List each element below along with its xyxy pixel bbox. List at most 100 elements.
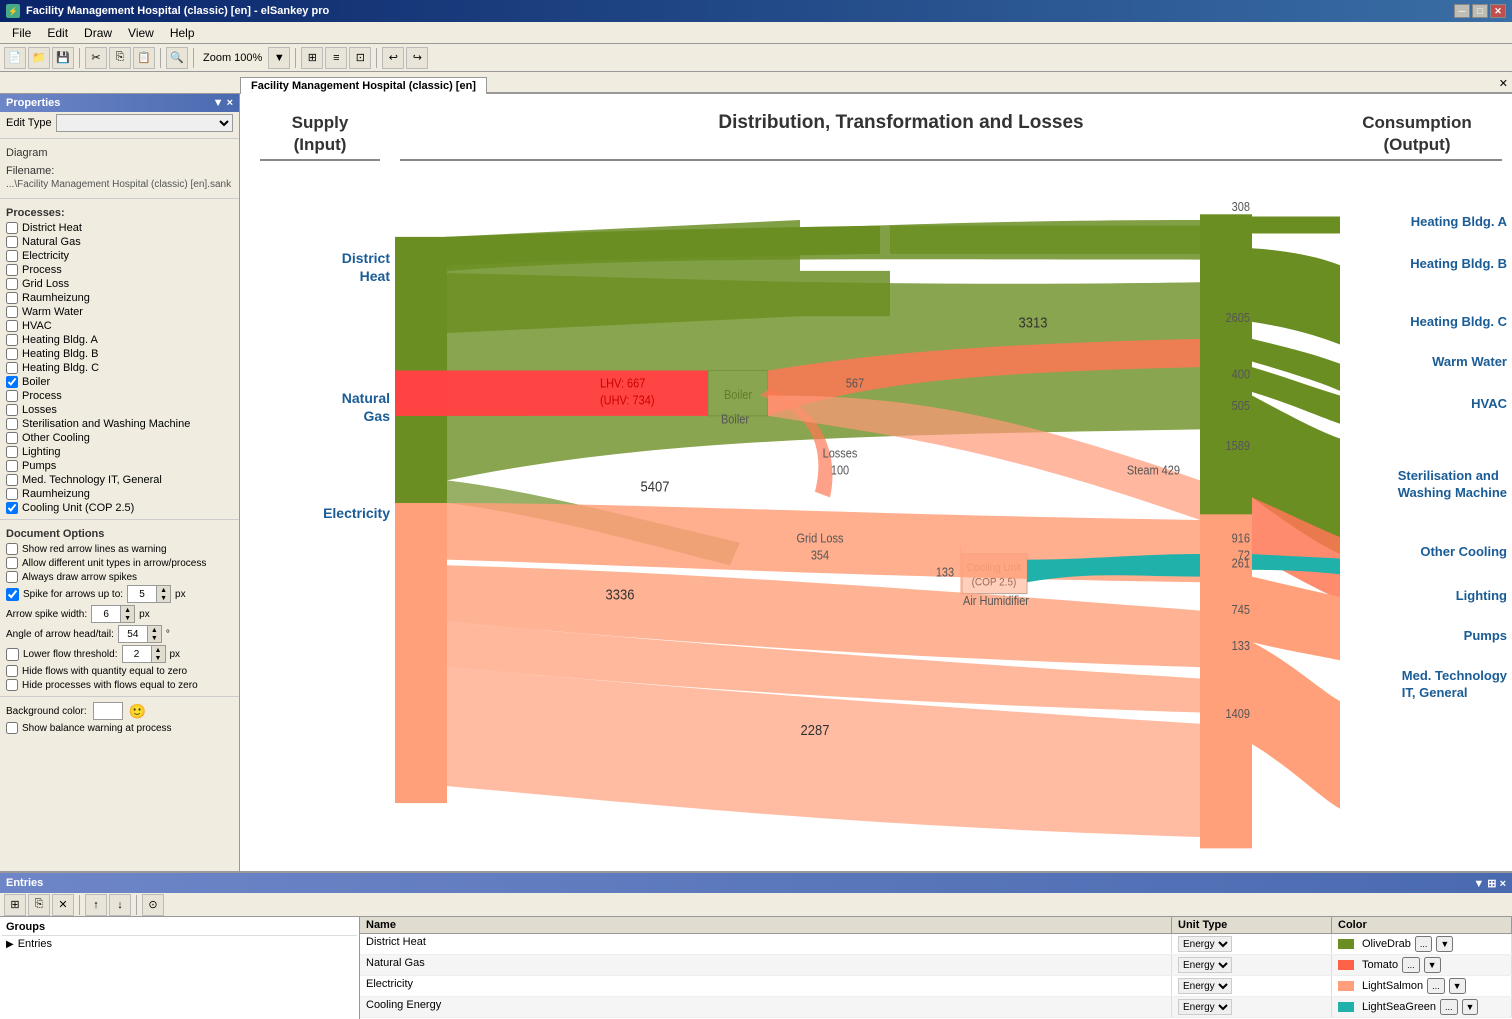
entries-delete-button[interactable]: ✕ [52, 894, 74, 916]
search-button[interactable]: 🔍 [166, 47, 188, 69]
lower-threshold-checkbox[interactable] [6, 648, 19, 661]
lower-threshold-down[interactable]: ▼ [151, 654, 165, 662]
spike-arrows-checkbox[interactable] [6, 588, 19, 601]
edit-type-select[interactable] [56, 114, 233, 132]
filename-label: Filename: [0, 161, 239, 179]
redo-button[interactable]: ↪ [406, 47, 428, 69]
copy-button[interactable]: ⎘ [109, 47, 131, 69]
process-checkbox-17[interactable] [6, 460, 18, 472]
diagram-tab[interactable]: Facility Management Hospital (classic) [… [240, 77, 487, 94]
process-checkbox-20[interactable] [6, 502, 18, 514]
menu-view[interactable]: View [120, 24, 162, 42]
align-button[interactable]: ≡ [325, 47, 347, 69]
menu-help[interactable]: Help [162, 24, 203, 42]
spike-up-button[interactable]: ▲ [156, 586, 170, 594]
color-dropdown-button-3[interactable]: ▼ [1462, 999, 1479, 1015]
angle-value[interactable] [119, 626, 147, 642]
minimize-button[interactable]: ─ [1454, 4, 1470, 18]
spike-width-up[interactable]: ▲ [120, 606, 134, 614]
angle-down[interactable]: ▼ [147, 634, 161, 642]
entries-controls[interactable]: ▼ ⊞ × [1473, 877, 1506, 890]
unit-select-3[interactable]: Energy [1178, 999, 1232, 1015]
entries-extra-button[interactable]: ⊙ [142, 894, 164, 916]
color-picker-button-3[interactable]: ... [1440, 999, 1458, 1015]
process-item-12: Process [0, 389, 239, 403]
lower-threshold-spinner: ▲ ▼ [122, 645, 166, 663]
color-picker-button-2[interactable]: ... [1427, 978, 1445, 994]
out-heating-a [1252, 217, 1340, 234]
show-balance-checkbox[interactable] [6, 722, 18, 734]
spike-down-button[interactable]: ▼ [156, 594, 170, 602]
maximize-button[interactable]: □ [1472, 4, 1488, 18]
process-checkbox-15[interactable] [6, 432, 18, 444]
color-dropdown-button-2[interactable]: ▼ [1449, 978, 1466, 994]
process-checkbox-2[interactable] [6, 250, 18, 262]
spike-width-value[interactable] [92, 606, 120, 622]
process-checkbox-10[interactable] [6, 362, 18, 374]
open-button[interactable]: 📁 [28, 47, 50, 69]
process-item-15: Other Cooling [0, 431, 239, 445]
entries-group-item[interactable]: ▶ Entries [2, 936, 357, 952]
process-checkbox-11[interactable] [6, 376, 18, 388]
group-arrow-icon: ▶ [6, 939, 14, 950]
process-checkbox-18[interactable] [6, 474, 18, 486]
spike-width-down[interactable]: ▼ [120, 614, 134, 622]
option-always-spikes-checkbox[interactable] [6, 571, 18, 583]
menu-edit[interactable]: Edit [39, 24, 76, 42]
smiley-icon: 🙂 [129, 703, 146, 720]
menu-file[interactable]: File [4, 24, 39, 42]
cell-unit-3: Energy [1172, 997, 1332, 1017]
unit-select-2[interactable]: Energy [1178, 978, 1232, 994]
process-checkbox-14[interactable] [6, 418, 18, 430]
cut-button[interactable]: ✂ [85, 47, 107, 69]
table-row-3: Cooling EnergyEnergyLightSeaGreen...▼ [360, 997, 1512, 1018]
value-5407: 5407 [641, 478, 670, 495]
close-tab-button[interactable]: ✕ [1495, 75, 1512, 93]
save-button[interactable]: 💾 [52, 47, 74, 69]
lower-threshold-up[interactable]: ▲ [151, 646, 165, 654]
process-checkbox-6[interactable] [6, 306, 18, 318]
entries-up-button[interactable]: ↑ [85, 894, 107, 916]
panel-controls[interactable]: ▼ × [213, 97, 233, 109]
unit-select-1[interactable]: Energy [1178, 957, 1232, 973]
process-checkbox-16[interactable] [6, 446, 18, 458]
paste-button[interactable]: 📋 [133, 47, 155, 69]
process-checkbox-12[interactable] [6, 390, 18, 402]
entries-down-button[interactable]: ↓ [109, 894, 131, 916]
process-checkbox-3[interactable] [6, 264, 18, 276]
spike-width-spinner: ▲ ▼ [91, 605, 135, 623]
color-picker-button-0[interactable]: ... [1415, 936, 1433, 952]
hide-zero-processes-checkbox[interactable] [6, 679, 18, 691]
process-checkbox-19[interactable] [6, 488, 18, 500]
process-checkbox-1[interactable] [6, 236, 18, 248]
color-dropdown-button-1[interactable]: ▼ [1424, 957, 1441, 973]
zoom-dropdown-button[interactable]: ▼ [268, 47, 290, 69]
close-button[interactable]: ✕ [1490, 4, 1506, 18]
lower-threshold-value[interactable] [123, 646, 151, 662]
angle-up[interactable]: ▲ [147, 626, 161, 634]
process-checkbox-7[interactable] [6, 320, 18, 332]
color-dropdown-button-0[interactable]: ▼ [1436, 936, 1453, 952]
process-checkbox-5[interactable] [6, 292, 18, 304]
color-picker-button-1[interactable]: ... [1402, 957, 1420, 973]
unit-select-0[interactable]: Energy [1178, 936, 1232, 952]
option-diff-units-checkbox[interactable] [6, 557, 18, 569]
new-button[interactable]: 📄 [4, 47, 26, 69]
bg-color-box[interactable] [93, 702, 123, 720]
grid-button[interactable]: ⊞ [301, 47, 323, 69]
out-label-sterilisation: Sterilisation andWashing Machine [1398, 468, 1507, 502]
process-checkbox-9[interactable] [6, 348, 18, 360]
undo-button[interactable]: ↩ [382, 47, 404, 69]
entries-add-button[interactable]: ⊞ [4, 894, 26, 916]
option-red-arrow-checkbox[interactable] [6, 543, 18, 555]
fit-button[interactable]: ⊡ [349, 47, 371, 69]
spike-value[interactable] [128, 586, 156, 602]
process-checkbox-8[interactable] [6, 334, 18, 346]
process-checkbox-0[interactable] [6, 222, 18, 234]
menu-draw[interactable]: Draw [76, 24, 120, 42]
process-checkbox-13[interactable] [6, 404, 18, 416]
title-bar: ⚡ Facility Management Hospital (classic)… [0, 0, 1512, 22]
entries-copy-button[interactable]: ⎘ [28, 894, 50, 916]
process-checkbox-4[interactable] [6, 278, 18, 290]
hide-zero-flows-checkbox[interactable] [6, 665, 18, 677]
